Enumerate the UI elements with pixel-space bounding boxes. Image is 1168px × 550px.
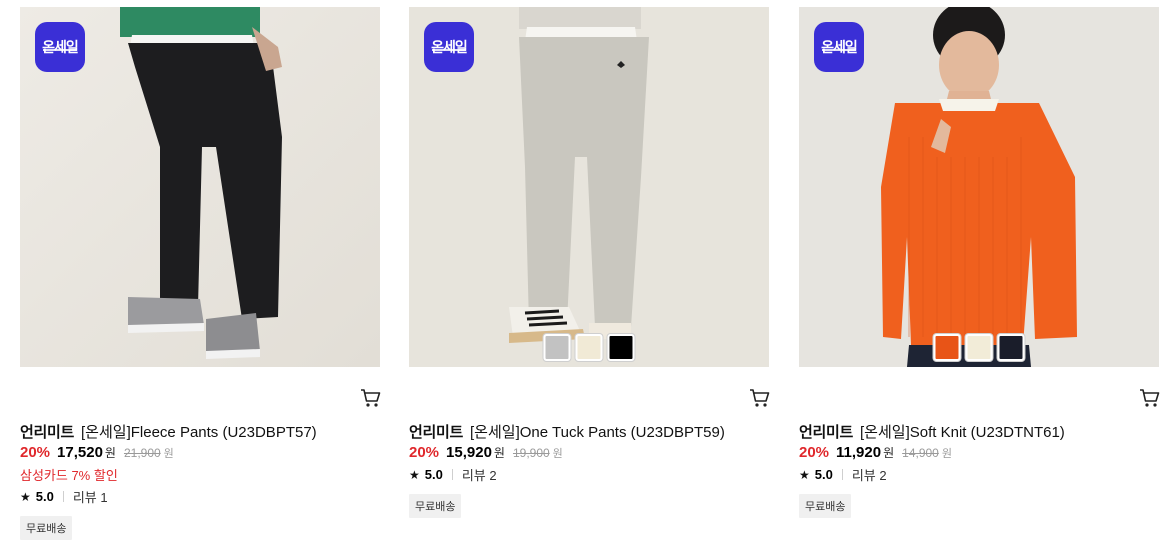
review-count: 리뷰 1 — [72, 490, 108, 505]
free-shipping-tag: 무료배송 — [409, 494, 462, 518]
discount-rate: 20% — [409, 444, 440, 461]
product-card[interactable]: 온세일 언리미트 [온세일]One Tuck Pants (U23DBPT59) … — [409, 7, 770, 518]
price-row: 20% 11,920 원 14,900 원 — [799, 444, 952, 461]
rating-score: 5.0 — [424, 467, 443, 482]
product-card[interactable]: 온세일 언리미트 [온세일]Soft Knit (U23DTNT61) 20% 1… — [799, 7, 1160, 518]
divider — [62, 491, 64, 502]
on-sale-badge: 온세일 — [35, 22, 85, 72]
original-currency-unit: 원 — [163, 448, 174, 460]
cart-icon[interactable] — [749, 388, 771, 408]
currency-unit: 원 — [883, 446, 895, 460]
rating-row: ★ 5.0 리뷰 2 — [409, 465, 497, 484]
discount-rate: 20% — [799, 444, 830, 461]
currency-unit: 원 — [104, 446, 116, 460]
product-title[interactable]: 언리미트 [온세일]One Tuck Pants (U23DBPT59) — [409, 421, 725, 442]
color-swatches — [543, 334, 635, 361]
color-swatch-cream[interactable] — [575, 334, 603, 361]
color-swatch-cream[interactable] — [965, 334, 993, 361]
cart-icon[interactable] — [360, 388, 382, 408]
original-price: 21,900 — [123, 446, 161, 460]
color-swatches — [933, 334, 1025, 361]
on-sale-badge: 온세일 — [424, 22, 474, 72]
price-row: 20% 15,920 원 19,900 원 — [409, 444, 563, 461]
brand-name[interactable]: 언리미트 — [20, 424, 74, 441]
sale-price: 15,920 — [446, 444, 492, 461]
product-name[interactable]: [온세일]One Tuck Pants (U23DBPT59) — [470, 424, 725, 441]
card-discount-promo: 삼성카드 7% 할인 — [20, 468, 118, 483]
product-name[interactable]: [온세일]Fleece Pants (U23DBPT57) — [81, 424, 317, 441]
rating-row: ★ 5.0 리뷰 1 — [20, 487, 108, 506]
price-row: 20% 17,520 원 21,900 원 — [20, 444, 174, 461]
product-title[interactable]: 언리미트 [온세일]Soft Knit (U23DTNT61) — [799, 421, 1065, 442]
star-icon: ★ — [799, 467, 810, 482]
color-swatch-gray[interactable] — [543, 334, 571, 361]
color-swatch-navy[interactable] — [997, 334, 1025, 361]
brand-name[interactable]: 언리미트 — [799, 424, 853, 441]
sale-price: 11,920 — [836, 444, 882, 461]
rating-score: 5.0 — [814, 467, 833, 482]
rating-row: ★ 5.0 리뷰 2 — [799, 465, 887, 484]
divider — [841, 469, 843, 480]
original-price: 14,900 — [902, 446, 939, 460]
discount-rate: 20% — [20, 444, 51, 461]
review-count: 리뷰 2 — [851, 468, 887, 483]
product-image[interactable]: 온세일 — [20, 7, 380, 367]
divider — [451, 469, 453, 480]
brand-name[interactable]: 언리미트 — [409, 424, 463, 441]
original-currency-unit: 원 — [941, 448, 952, 460]
original-currency-unit: 원 — [552, 448, 563, 460]
original-price: 19,900 — [512, 446, 550, 460]
product-title[interactable]: 언리미트 [온세일]Fleece Pants (U23DBPT57) — [20, 421, 317, 442]
free-shipping-tag: 무료배송 — [20, 516, 73, 540]
product-card[interactable]: 온세일 언리미트 [온세일]Fleece Pants (U23DBPT57) 20… — [20, 7, 381, 540]
review-count: 리뷰 2 — [461, 468, 497, 483]
color-swatch-black[interactable] — [607, 334, 635, 361]
product-image[interactable]: 온세일 — [409, 7, 769, 367]
currency-unit: 원 — [493, 446, 505, 460]
sale-price: 17,520 — [57, 444, 103, 461]
free-shipping-tag: 무료배송 — [799, 494, 852, 518]
product-name[interactable]: [온세일]Soft Knit (U23DTNT61) — [860, 424, 1065, 441]
rating-score: 5.0 — [35, 489, 54, 504]
color-swatch-orange[interactable] — [933, 334, 961, 361]
star-icon: ★ — [409, 467, 420, 482]
cart-icon[interactable] — [1139, 388, 1161, 408]
product-image[interactable]: 온세일 — [799, 7, 1159, 367]
star-icon: ★ — [20, 489, 31, 504]
on-sale-badge: 온세일 — [814, 22, 864, 72]
